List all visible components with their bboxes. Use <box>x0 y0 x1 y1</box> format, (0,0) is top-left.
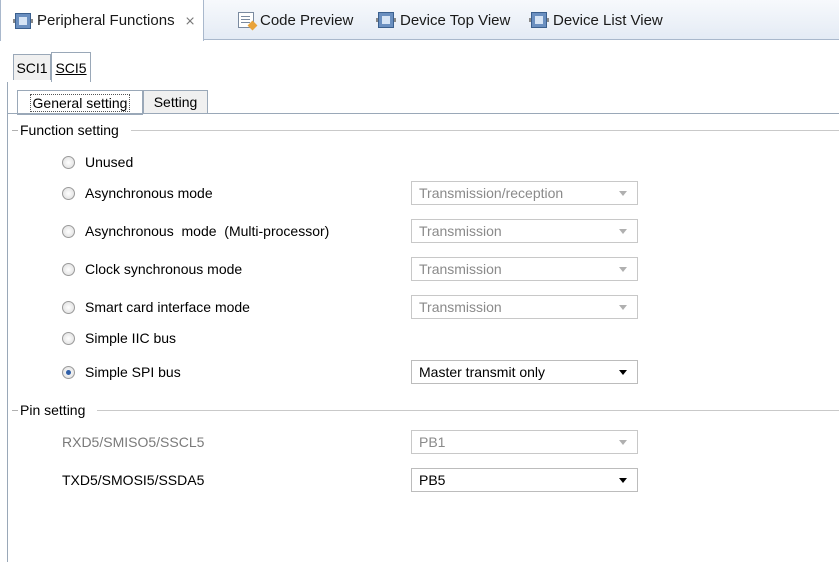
tab-setting[interactable]: Setting <box>143 90 208 114</box>
radio-simple-iic[interactable]: Simple IIC bus <box>62 330 176 346</box>
radio-label: Asynchronous mode <box>85 185 213 201</box>
tab-general-setting[interactable]: General setting <box>17 90 143 115</box>
radio-asynchronous-mode[interactable]: Asynchronous mode <box>62 185 213 201</box>
radio-button[interactable] <box>62 224 75 238</box>
group-title: Pin setting <box>20 402 86 418</box>
radio-label: Clock synchronous mode <box>85 261 243 277</box>
radio-simple-spi[interactable]: Simple SPI bus <box>62 364 181 380</box>
tab-label: General setting <box>29 93 131 112</box>
tab-label: Code Preview <box>260 11 354 29</box>
radio-async-multiprocessor[interactable]: Asynchronous mode (Multi-processor) <box>62 223 329 239</box>
radio-button[interactable] <box>62 186 75 200</box>
pin-label-rxd5: RXD5/SMISO5/SSCL5 <box>62 434 205 450</box>
chip-icon <box>376 12 396 28</box>
chevron-down-icon <box>619 370 627 375</box>
chevron-down-icon <box>619 229 627 234</box>
close-icon[interactable]: ⨯ <box>185 13 196 29</box>
tab-label: Peripheral Functions <box>37 12 175 29</box>
pin-label-txd5: TXD5/SMOSI5/SSDA5 <box>62 472 205 488</box>
chevron-down-icon <box>619 478 627 483</box>
tab-device-list-view[interactable]: Device List View <box>529 0 663 40</box>
sci-tab-row: SCI1 SCI5 <box>0 52 839 82</box>
radio-button[interactable] <box>62 155 75 169</box>
editor-tab-bar: Peripheral Functions ⨯ Code Preview Devi… <box>0 0 839 41</box>
radio-label: Asynchronous mode (Multi-processor) <box>85 223 330 239</box>
chip-icon <box>13 12 33 29</box>
async-mode-select: Transmission/reception <box>411 181 638 205</box>
chip-icon <box>529 12 549 28</box>
radio-button[interactable] <box>62 300 75 314</box>
select-value: Transmission <box>419 299 502 315</box>
radio-button[interactable] <box>62 331 75 345</box>
panel-border <box>7 82 8 562</box>
async-multiprocessor-select: Transmission <box>411 219 638 243</box>
tab-label: Setting <box>153 94 198 110</box>
chevron-down-icon <box>619 440 627 445</box>
tab-sci1[interactable]: SCI1 <box>13 54 51 80</box>
radio-button[interactable] <box>62 262 75 276</box>
radio-label: Smart card interface mode <box>85 299 250 315</box>
pin-select-txd5[interactable]: PB5 <box>411 468 638 492</box>
chevron-down-icon <box>619 191 627 196</box>
tab-label: Device List View <box>553 11 663 29</box>
chevron-down-icon <box>619 267 627 272</box>
chevron-down-icon <box>619 305 627 310</box>
radio-label: Simple IIC bus <box>85 330 177 346</box>
group-title: Function setting <box>20 122 119 138</box>
radio-button-selected[interactable] <box>62 365 75 379</box>
select-value: Transmission <box>419 223 502 239</box>
tab-label: SCI1 <box>16 59 48 76</box>
select-value: PB1 <box>419 434 446 450</box>
select-value: Master transmit only <box>419 364 546 380</box>
tab-code-preview[interactable]: Code Preview <box>238 0 353 40</box>
select-value: PB5 <box>419 472 446 488</box>
code-preview-icon <box>238 12 254 28</box>
radio-unused[interactable]: Unused <box>62 154 133 170</box>
pin-setting-header: Pin setting <box>12 402 839 418</box>
tab-peripheral-functions[interactable]: Peripheral Functions ⨯ <box>0 0 205 41</box>
tab-divider <box>8 113 839 114</box>
radio-label: Unused <box>85 154 134 170</box>
select-value: Transmission/reception <box>419 185 564 201</box>
function-setting-header: Function setting <box>12 122 839 138</box>
radio-clock-synchronous[interactable]: Clock synchronous mode <box>62 261 242 277</box>
select-value: Transmission <box>419 261 502 277</box>
pin-select-rxd5: PB1 <box>411 430 638 454</box>
tab-label: Device Top View <box>400 11 511 29</box>
tab-sci5[interactable]: SCI5 <box>51 52 91 82</box>
spi-mode-select[interactable]: Master transmit only <box>411 360 638 384</box>
clock-sync-select: Transmission <box>411 257 638 281</box>
radio-label: Simple SPI bus <box>85 364 181 380</box>
radio-smart-card[interactable]: Smart card interface mode <box>62 299 250 315</box>
tab-label: SCI5 <box>55 59 87 76</box>
tab-device-top-view[interactable]: Device Top View <box>376 0 511 40</box>
smart-card-select: Transmission <box>411 295 638 319</box>
